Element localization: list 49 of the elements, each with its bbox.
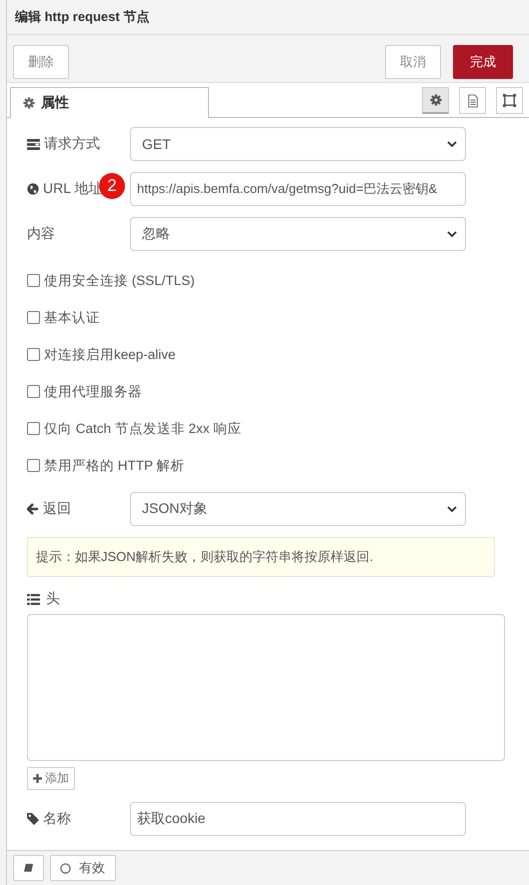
properties-tab[interactable]: 属性 bbox=[10, 87, 209, 118]
settings-button[interactable] bbox=[422, 87, 449, 114]
frame-icon bbox=[502, 93, 517, 108]
frame-button[interactable] bbox=[496, 87, 523, 114]
left-arrow-icon bbox=[27, 503, 39, 515]
book-button[interactable] bbox=[13, 855, 44, 881]
cancel-button[interactable]: 取消 bbox=[385, 45, 441, 79]
chevron-down-icon bbox=[447, 231, 457, 237]
chevron-down-icon bbox=[447, 141, 457, 147]
dialog-title: 编辑 http request 节点 bbox=[7, 0, 529, 35]
document-button[interactable] bbox=[459, 87, 486, 114]
enabled-toggle[interactable]: 有效 bbox=[50, 855, 116, 881]
name-label: 名称 bbox=[43, 810, 71, 828]
checkbox[interactable] bbox=[27, 459, 40, 472]
gear-icon bbox=[23, 97, 35, 109]
list-icon bbox=[27, 138, 40, 150]
name-input[interactable]: 获取cookie bbox=[130, 802, 466, 836]
list-icon bbox=[27, 594, 40, 604]
method-select[interactable]: GET bbox=[130, 127, 466, 161]
add-button[interactable]: 添加 bbox=[27, 767, 75, 790]
document-icon bbox=[466, 94, 478, 108]
checkbox[interactable] bbox=[27, 385, 40, 398]
delete-button[interactable]: 删除 bbox=[13, 45, 69, 79]
checkbox-label: 对连接启用keep-alive bbox=[44, 346, 176, 364]
return-select[interactable]: JSON对象 bbox=[130, 492, 466, 526]
checkbox-label: 禁用严格的 HTTP 解析 bbox=[44, 456, 185, 474]
checkbox-label: 基本认证 bbox=[44, 308, 100, 326]
tag-icon bbox=[27, 813, 39, 825]
number-badge: 2 bbox=[99, 173, 125, 199]
headers-label: 头 bbox=[46, 590, 60, 608]
plus-icon bbox=[33, 774, 42, 783]
checkbox-label: 仅向 Catch 节点发送非 2xx 响应 bbox=[44, 420, 242, 438]
globe-icon bbox=[27, 183, 39, 195]
done-button[interactable]: 完成 bbox=[453, 45, 513, 79]
checkbox[interactable] bbox=[27, 422, 40, 435]
checkbox[interactable] bbox=[27, 311, 40, 324]
checkbox[interactable] bbox=[27, 348, 40, 361]
circle-icon bbox=[60, 862, 71, 874]
return-label: 返回 bbox=[43, 500, 71, 518]
payload-label: 内容 bbox=[27, 225, 55, 243]
checkbox-label: 使用安全连接 (SSL/TLS) bbox=[44, 272, 195, 290]
gear-icon bbox=[430, 94, 442, 106]
method-label: 请求方式 bbox=[44, 135, 100, 153]
tip-message: 提示：如果JSON解析失败，则获取的字符串将按原样返回. bbox=[27, 537, 495, 577]
url-input[interactable]: https://apis.bemfa.com/va/getmsg?uid=巴法云密钥& bbox=[130, 172, 466, 206]
chevron-down-icon bbox=[447, 506, 457, 512]
payload-select[interactable]: 忽略 bbox=[130, 217, 466, 251]
checkbox[interactable] bbox=[27, 274, 40, 287]
checkbox-label: 使用代理服务器 bbox=[44, 382, 142, 400]
